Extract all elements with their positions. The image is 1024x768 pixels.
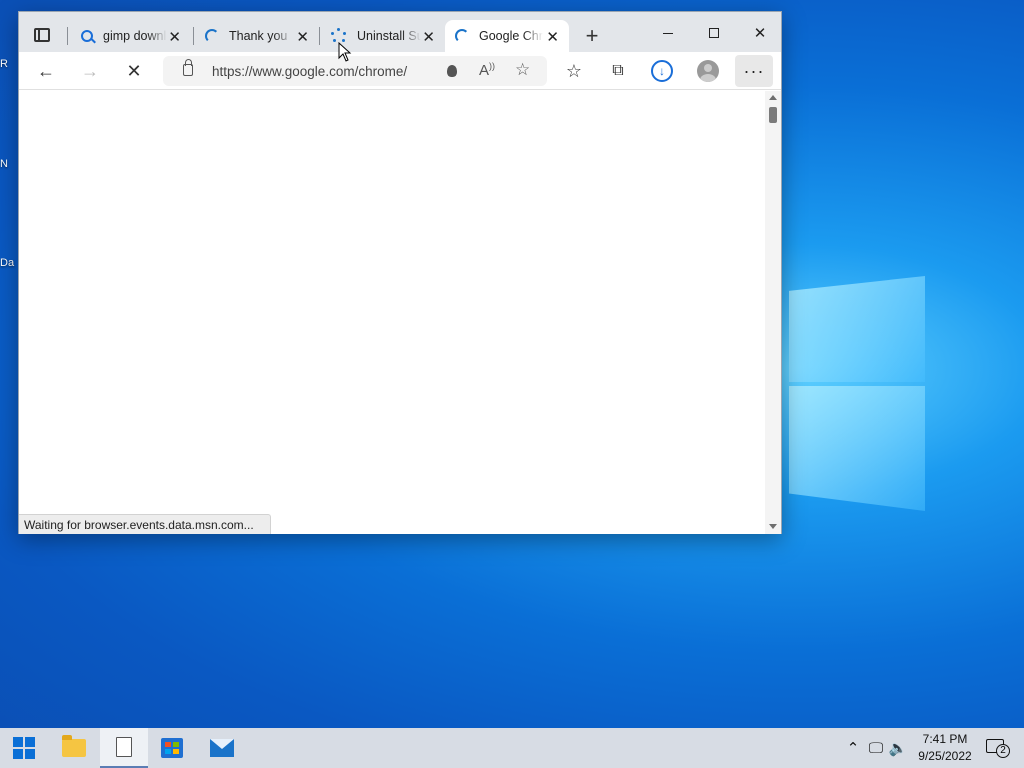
scroll-up-icon[interactable] [769,95,777,100]
start-button[interactable] [0,728,48,768]
taskbar-clock[interactable]: 7:41 PM 9/25/2022 [908,731,982,765]
close-window-button[interactable]: ✕ [737,20,783,46]
folder-icon [62,735,86,757]
tab-actions-icon[interactable] [25,21,59,49]
taskbar-store[interactable] [148,728,196,768]
close-icon: ✕ [753,25,767,42]
wallpaper-windows-logo [786,256,928,514]
vertical-scrollbar[interactable] [765,91,781,534]
network-icon: 🖵 [868,739,884,757]
tab-separator [193,27,194,45]
search-icon [81,30,93,42]
back-button[interactable]: ← [31,57,61,85]
lock-icon[interactable] [183,59,193,76]
address-bar[interactable]: https://www.google.com/chrome/ A)) ☆ [163,56,547,86]
tab-title: Thank you [229,29,288,43]
address-url[interactable]: https://www.google.com/chrome/ [212,64,407,79]
browser-window: gimp downloads ✕ Thank you ✕ Uninstall S… [18,11,782,534]
tab-google-chrome[interactable]: Google Chrome ✕ [445,20,569,52]
loading-spinner-icon [205,29,219,43]
forward-button[interactable]: → [75,57,105,85]
avatar [697,60,719,82]
close-icon[interactable]: ✕ [422,28,435,46]
show-hidden-icons-button[interactable]: ⌃ [842,728,864,768]
taskbar-file-explorer[interactable] [50,728,98,768]
document-icon [116,737,132,757]
tab-title: Uninstall Sub [357,29,421,43]
read-aloud-icon[interactable]: A)) [479,61,495,79]
tab-gimp[interactable]: gimp downloads ✕ [71,20,191,52]
tab-title: gimp downloads [103,29,167,43]
volume-icon: 🔈 [888,740,908,757]
tab-thank-you[interactable]: Thank you ✕ [195,20,319,52]
profile-button[interactable] [693,57,723,85]
taskbar: ⌃ 🖵 🔈 7:41 PM 9/25/2022 2 [0,728,1024,768]
desktop-icon-label[interactable]: Da [0,257,18,269]
mouse-cursor-icon [338,42,352,62]
status-bar: Waiting for browser.events.data.msn.com.… [19,514,271,534]
scroll-down-icon[interactable] [769,524,777,529]
arrow-left-icon: ← [37,60,55,81]
stop-loading-button[interactable]: ✕ [119,57,149,85]
tab-strip: gimp downloads ✕ Thank you ✕ Uninstall S… [19,12,781,52]
loading-spinner-icon [455,29,469,43]
arrow-right-icon: → [81,60,99,81]
maximize-icon [709,28,719,38]
downloads-button[interactable]: ↓ [647,57,677,85]
store-icon [161,738,183,758]
collections-button[interactable]: ⧉ [603,57,633,85]
desktop-icon-label[interactable]: N [0,158,18,170]
add-favorite-icon[interactable]: ☆ [515,60,530,80]
close-icon[interactable]: ✕ [296,28,309,46]
page-content[interactable] [19,91,765,534]
download-icon: ↓ [651,60,673,82]
notifications-button[interactable]: 2 [986,737,1010,758]
scrollbar-thumb[interactable] [769,107,777,123]
volume-button[interactable]: 🔈 [888,728,908,768]
close-icon[interactable]: ✕ [168,28,181,46]
taskbar-notepad[interactable] [100,728,148,768]
tab-title: Google Chrome [479,29,543,43]
minimize-icon [663,32,673,34]
favorites-star-icon: ☆ [565,60,583,81]
windows-start-icon [13,737,35,759]
minimize-button[interactable] [645,20,691,46]
close-icon[interactable]: ✕ [546,28,559,46]
lightbulb-icon[interactable] [447,65,457,77]
chevron-up-icon: ⌃ [846,740,860,757]
clock-time: 7:41 PM [922,732,968,746]
navigation-toolbar: ← → ✕ https://www.google.com/chrome/ A))… [19,52,781,90]
tab-separator [319,27,320,45]
close-icon: ✕ [126,60,142,81]
network-button[interactable]: 🖵 [864,728,888,768]
desktop-icon-recycle-label[interactable]: R [0,58,18,70]
clock-date: 9/25/2022 [918,749,972,763]
collections-icon: ⧉ [612,62,624,79]
maximize-button[interactable] [691,20,737,46]
taskbar-mail[interactable] [198,728,246,768]
new-tab-button[interactable]: + [579,23,605,49]
notification-count: 2 [996,744,1010,758]
settings-more-button[interactable]: ··· [735,55,773,87]
favorites-button[interactable]: ☆ [559,57,589,85]
mail-icon [210,739,234,757]
tab-separator [67,27,68,45]
